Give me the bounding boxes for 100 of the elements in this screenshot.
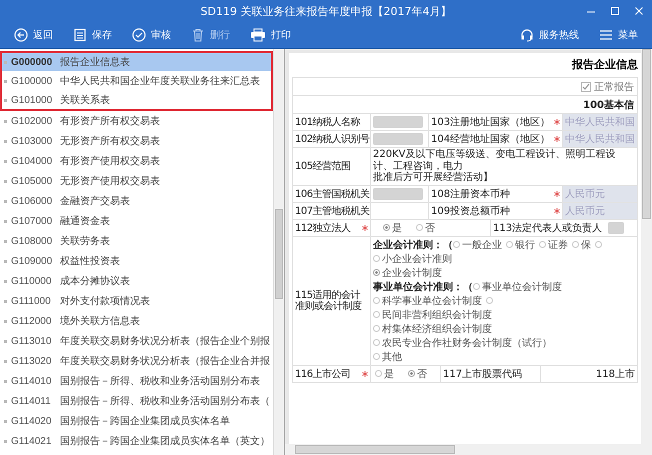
sidebar-item[interactable]: G102000 有形资产所有权交易表 xyxy=(0,111,273,131)
radio-button[interactable] xyxy=(375,370,382,377)
sidebar-item[interactable]: G114020 国别报告－跨国企业集团成员实体名单 xyxy=(0,411,273,431)
form-title: 报告企业信息 xyxy=(570,57,638,73)
table-code: G108000 xyxy=(11,236,54,246)
sidebar-item[interactable]: G114021 国别报告－跨国企业集团成员实体名单（英文） xyxy=(0,431,273,451)
radio-button[interactable] xyxy=(473,283,480,290)
radio-button[interactable] xyxy=(572,241,579,248)
business-scope-text: 220KV及以下电压等级送、变电工程设计、照明工程设计、工程咨询，电力 xyxy=(373,149,616,172)
sidebar-item[interactable]: G114011 国别报告－所得、税收和业务活动国别分布表（ xyxy=(0,391,273,411)
table-name: 融通资金表 xyxy=(60,214,110,228)
field-label: 102纳税人识别号 xyxy=(295,132,370,146)
bullet-icon xyxy=(4,200,7,202)
field-label: 115适用的会计准则或会计制度 xyxy=(295,290,362,312)
radio-button[interactable] xyxy=(373,353,380,360)
table-name: 有形资产使用权交易表 xyxy=(60,154,160,168)
sidebar-item[interactable]: G109000 权益性投资表 xyxy=(0,251,273,271)
bullet-icon xyxy=(4,440,7,442)
radio-button[interactable] xyxy=(373,255,380,262)
checkbox[interactable] xyxy=(581,82,591,92)
bullet-icon xyxy=(4,280,7,282)
sidebar-item[interactable]: G114010 国别报告－所得、税收和业务活动国别分布表 xyxy=(0,371,273,391)
radio-button[interactable] xyxy=(486,297,493,304)
toolbar-button[interactable]: 菜单 xyxy=(591,26,646,44)
table-code: G114011 xyxy=(11,396,52,406)
maximize-icon[interactable] xyxy=(610,6,620,16)
radio-button[interactable] xyxy=(595,241,602,248)
bullet-icon xyxy=(4,180,7,182)
toolbar-button[interactable]: 打印 xyxy=(242,26,299,44)
table-code: G114010 xyxy=(11,376,52,386)
headset-icon xyxy=(520,28,534,42)
sidebar-item[interactable]: G108000 关联劳务表 xyxy=(0,231,273,251)
table-name: 中华人民共和国企业年度关联业务往来汇总表 xyxy=(60,74,260,88)
radio-button[interactable] xyxy=(373,339,380,346)
table-name: 报告企业信息表 xyxy=(60,56,130,69)
sidebar-item[interactable]: G000000 报告企业信息表 xyxy=(0,51,273,71)
bullet-icon xyxy=(4,240,7,242)
redacted-block xyxy=(608,222,624,234)
radio-button[interactable] xyxy=(506,241,513,248)
table-name: 关联劳务表 xyxy=(60,234,110,248)
sidebar-item[interactable]: G104000 有形资产使用权交易表 xyxy=(0,151,273,171)
table-code: G112000 xyxy=(11,316,52,326)
sidebar-item[interactable]: G101000 关联关系表 xyxy=(0,91,273,111)
option-label: 村集体经济组织会计制度 xyxy=(382,322,492,336)
section-heading: 100基本信 xyxy=(583,98,634,112)
field-label: 101纳税人名称 xyxy=(295,116,360,129)
sidebar-item[interactable]: G103000 无形资产所有权交易表 xyxy=(0,131,273,151)
scrollbar[interactable] xyxy=(641,49,652,444)
sidebar-item[interactable]: G105000 无形资产使用权交易表 xyxy=(0,171,273,191)
radio-button[interactable] xyxy=(373,269,380,276)
field-label: 106主管国税机关 xyxy=(295,188,370,200)
sidebar-item[interactable]: G112000 境外关联方信息表 xyxy=(0,311,273,331)
close-icon[interactable] xyxy=(634,6,644,16)
sidebar-item[interactable]: G111000 对外支付款项情况表 xyxy=(0,291,273,311)
option-label: 农民专业合作社财务会计制度（试行） xyxy=(382,336,552,350)
radio-button[interactable] xyxy=(539,241,546,248)
table-code: G107000 xyxy=(11,216,54,226)
bullet-icon xyxy=(4,340,7,342)
sidebar-item[interactable]: G106000 金融资产交易表 xyxy=(0,191,273,211)
scrollbar-thumb[interactable] xyxy=(295,445,455,454)
option-label: 证券 xyxy=(548,238,568,252)
scrollbar[interactable] xyxy=(285,444,652,455)
scrollbar-thumb[interactable] xyxy=(275,209,283,299)
table-name: 权益性投资表 xyxy=(60,254,120,268)
radio-button[interactable] xyxy=(408,370,415,377)
radio-button[interactable] xyxy=(416,224,423,231)
scrollbar[interactable] xyxy=(273,49,284,455)
sidebar-item[interactable]: G113010 年度关联交易财务状况分析表（报告企业个别报 xyxy=(0,331,273,351)
table-code: G113020 xyxy=(11,356,52,366)
business-scope-text: 批准后方可开展经营活动】 xyxy=(373,172,493,184)
toolbar-button[interactable]: 审核 xyxy=(124,26,179,44)
radio-button[interactable] xyxy=(373,325,380,332)
bullet-icon xyxy=(4,320,7,322)
radio-button[interactable] xyxy=(373,311,380,318)
toolbar-button[interactable]: 保存 xyxy=(65,26,120,44)
table-name: 年度关联交易财务状况分析表（报告企业个别报 xyxy=(60,334,270,348)
option-label: 企业会计制度 xyxy=(382,266,442,280)
sidebar-item[interactable]: G107000 融通资金表 xyxy=(0,211,273,231)
scrollbar-thumb[interactable] xyxy=(642,49,651,219)
field-label: 118上市 xyxy=(596,368,635,380)
radio-button[interactable] xyxy=(383,224,390,231)
table-name: 关联关系表 xyxy=(60,94,110,107)
option-label: 否 xyxy=(425,222,435,234)
field-label: 116上市公司 xyxy=(295,368,351,380)
option-label: 银行 xyxy=(515,238,535,252)
option-label: 是 xyxy=(384,368,394,380)
option-label: 事业单位会计制度 xyxy=(482,280,562,294)
bullet-icon xyxy=(4,98,7,102)
table-name: 对外支付款项情况表 xyxy=(60,294,150,308)
bullet-icon xyxy=(4,360,7,362)
table-code: G110000 xyxy=(11,276,52,286)
sidebar-item[interactable]: G113020 年度关联交易财务状况分析表（报告企业合并报 xyxy=(0,351,273,371)
toolbar-button[interactable]: 返回 xyxy=(6,26,61,44)
radio-button[interactable] xyxy=(373,297,380,304)
toolbar-button[interactable]: 服务热线 xyxy=(512,26,587,44)
radio-button[interactable] xyxy=(453,241,460,248)
sidebar-item[interactable]: G110000 成本分摊协议表 xyxy=(0,271,273,291)
table-name: 年度关联交易财务状况分析表（报告企业合并报 xyxy=(60,354,270,368)
table-name: 境外关联方信息表 xyxy=(60,314,140,328)
field-label: 112独立法人 xyxy=(295,222,351,234)
